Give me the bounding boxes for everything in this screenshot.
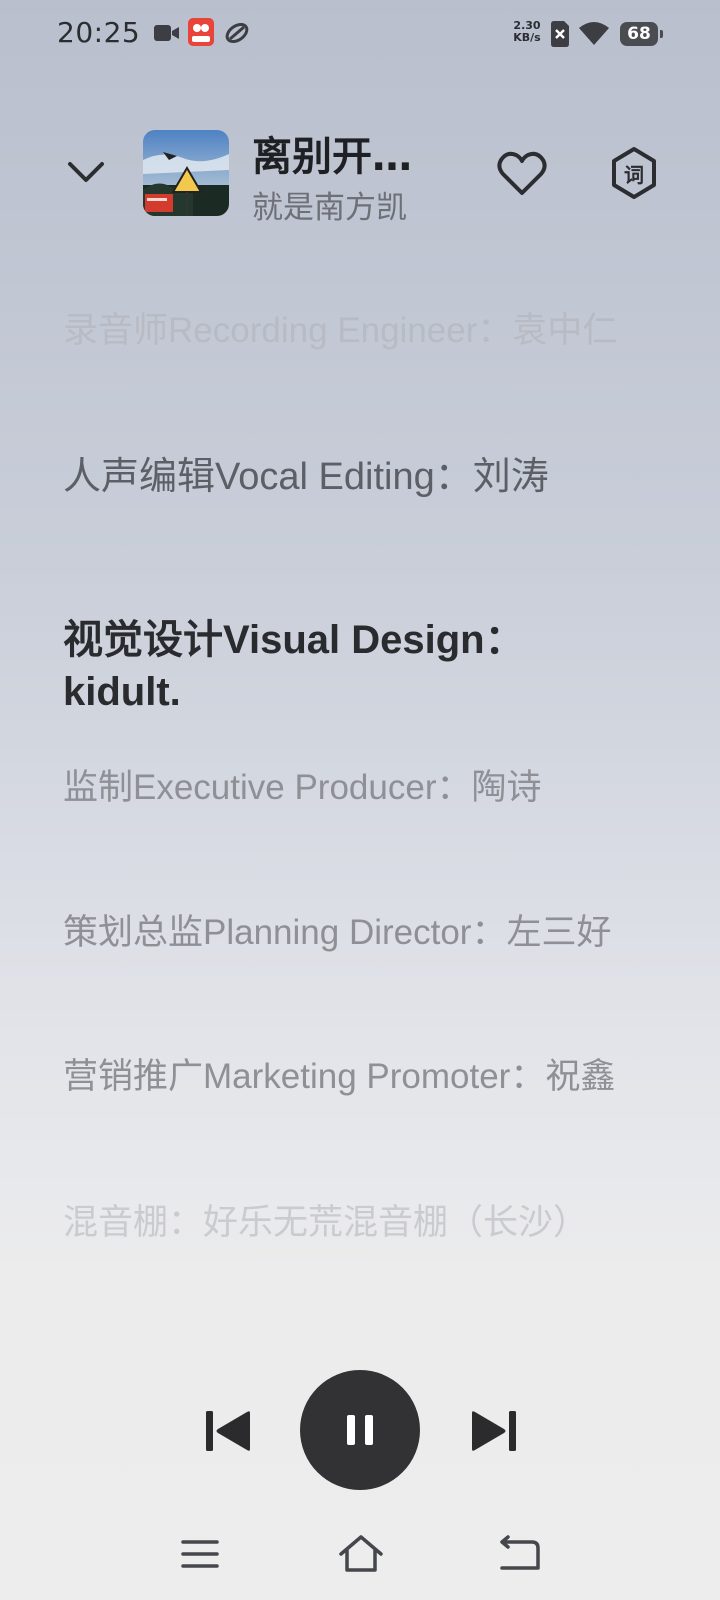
- lyric-line-current[interactable]: 视觉设计Visual Design：kidult.: [63, 614, 623, 718]
- pause-icon: [347, 1415, 373, 1445]
- back-button[interactable]: [498, 1532, 542, 1576]
- menu-icon: [181, 1540, 219, 1568]
- lyric-line[interactable]: 策划总监Planning Director：左三好: [63, 910, 623, 955]
- pause-button[interactable]: [300, 1370, 420, 1490]
- home-icon: [339, 1535, 383, 1572]
- lyric-line[interactable]: 录音师Recording Engineer：袁中仁: [63, 308, 623, 353]
- home-button[interactable]: [337, 1532, 383, 1576]
- lyric-line[interactable]: 营销推广Marketing Promoter：祝鑫: [63, 1054, 623, 1099]
- skip-previous-icon: [206, 1411, 250, 1451]
- back-icon: [500, 1535, 540, 1570]
- skip-next-icon: [472, 1411, 516, 1451]
- menu-button[interactable]: [179, 1532, 223, 1576]
- lyric-line[interactable]: 人声编辑Vocal Editing：刘涛: [63, 453, 623, 502]
- previous-track-button[interactable]: [204, 1407, 252, 1455]
- lyric-line[interactable]: 混音棚：好乐无荒混音棚（长沙）: [63, 1200, 623, 1245]
- lyrics-panel[interactable]: 录音师Recording Engineer：袁中仁 人声编辑Vocal Edit…: [0, 0, 720, 1600]
- lyric-line[interactable]: 监制Executive Producer：陶诗: [63, 765, 623, 810]
- next-track-button[interactable]: [470, 1407, 518, 1455]
